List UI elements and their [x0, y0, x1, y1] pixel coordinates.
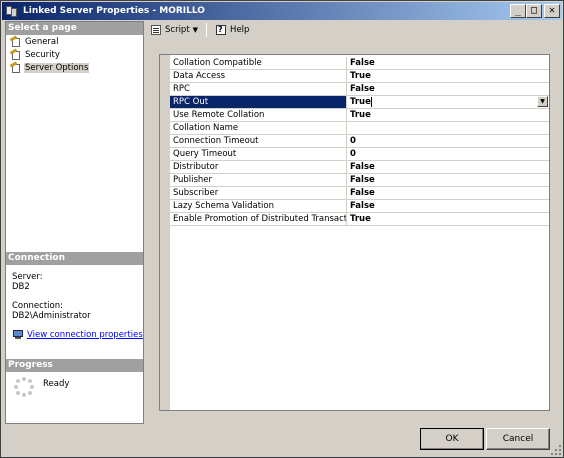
ok-button[interactable]: OK	[420, 428, 484, 450]
property-row[interactable]: Subscriber False	[170, 187, 549, 200]
connection-label: Connection:	[12, 301, 63, 311]
grid-margin	[160, 55, 170, 410]
property-value[interactable]: 0	[347, 148, 549, 160]
wrench-page-icon	[9, 60, 22, 74]
connection-value: DB2\Administrator	[12, 311, 91, 321]
property-row[interactable]: Query Timeout 0	[170, 148, 549, 161]
progress-heading: Progress	[6, 359, 143, 372]
property-value[interactable]: 0	[347, 135, 549, 147]
property-row[interactable]: Lazy Schema Validation False	[170, 200, 549, 213]
view-connection-properties-link[interactable]: View connection properties	[12, 329, 143, 340]
property-grid: Collation Compatible False Data Access T…	[159, 54, 550, 411]
progress-spinner-icon	[14, 377, 34, 397]
help-icon: ?	[215, 24, 227, 36]
property-value[interactable]: True	[347, 109, 549, 121]
property-name: Lazy Schema Validation	[170, 200, 347, 212]
page-item-general[interactable]: General	[9, 34, 60, 48]
property-value-editor[interactable]: True ▼	[347, 96, 549, 108]
wrench-page-icon	[9, 47, 22, 61]
window-title: Linked Server Properties - MORILLO	[23, 6, 205, 16]
property-name: Use Remote Collation	[170, 109, 347, 121]
page-item-server-options[interactable]: Server Options	[9, 60, 90, 74]
script-label: Script	[165, 25, 190, 35]
cancel-button[interactable]: Cancel	[486, 428, 550, 450]
property-name: Collation Compatible	[170, 57, 347, 69]
property-name: RPC Out	[170, 96, 347, 108]
help-button[interactable]: ? Help	[213, 22, 251, 38]
property-name: Query Timeout	[170, 148, 347, 160]
script-button[interactable]: Script ▼	[148, 22, 200, 38]
text-caret	[370, 96, 372, 107]
select-page-heading: Select a page	[6, 22, 143, 35]
chevron-down-icon[interactable]: ▼	[193, 26, 198, 34]
property-row[interactable]: Collation Compatible False	[170, 57, 549, 70]
linked-server-icon	[5, 4, 19, 18]
property-value[interactable]: False	[347, 187, 549, 199]
property-name: Subscriber	[170, 187, 347, 199]
dropdown-arrow-icon[interactable]: ▼	[537, 96, 548, 107]
property-row[interactable]: Data Access True	[170, 70, 549, 83]
property-row[interactable]: Distributor False	[170, 161, 549, 174]
wrench-page-icon	[9, 34, 22, 48]
connection-heading: Connection	[6, 252, 143, 265]
page-item-label: General	[25, 37, 59, 47]
view-connection-properties-label[interactable]: View connection properties	[27, 330, 143, 340]
property-row[interactable]: Collation Name	[170, 122, 549, 135]
server-label: Server:	[12, 272, 43, 282]
property-name: Distributor	[170, 161, 347, 173]
resize-grip-icon[interactable]	[551, 445, 561, 455]
page-item-security[interactable]: Security	[9, 47, 61, 61]
toolbar-separator	[206, 23, 208, 37]
progress-status: Ready	[43, 379, 70, 389]
property-value[interactable]	[347, 122, 549, 134]
property-name: Enable Promotion of Distributed Transact…	[170, 213, 347, 225]
property-row[interactable]: Connection Timeout 0	[170, 135, 549, 148]
property-value[interactable]: False	[347, 161, 549, 173]
property-value[interactable]: True	[347, 213, 549, 225]
close-button[interactable]: ✕	[544, 4, 560, 18]
property-name: Connection Timeout	[170, 135, 347, 147]
title-bar[interactable]: Linked Server Properties - MORILLO _ □ ✕	[2, 2, 562, 20]
property-value[interactable]: True	[347, 70, 549, 82]
property-name: Publisher	[170, 174, 347, 186]
property-row[interactable]: RPC False	[170, 83, 549, 96]
script-icon	[150, 24, 162, 36]
property-name: Collation Name	[170, 122, 347, 134]
minimize-button[interactable]: _	[510, 4, 526, 18]
property-value[interactable]: False	[347, 174, 549, 186]
help-label: Help	[230, 25, 250, 35]
page-item-label: Security	[25, 50, 60, 60]
property-row[interactable]: Use Remote Collation True	[170, 109, 549, 122]
connection-properties-icon	[12, 329, 24, 340]
page-item-label: Server Options	[24, 63, 90, 73]
property-value[interactable]: False	[347, 83, 549, 95]
linked-server-properties-dialog: Linked Server Properties - MORILLO _ □ ✕…	[0, 0, 564, 458]
property-value-text[interactable]: True	[350, 97, 371, 107]
server-value: DB2	[12, 282, 30, 292]
property-row[interactable]: Enable Promotion of Distributed Transact…	[170, 213, 549, 226]
property-row[interactable]: Publisher False	[170, 174, 549, 187]
property-value[interactable]: False	[347, 200, 549, 212]
toolbar: Script ▼ ? Help	[146, 21, 562, 39]
property-name: RPC	[170, 83, 347, 95]
property-value[interactable]: False	[347, 57, 549, 69]
property-row-selected[interactable]: RPC Out True ▼	[170, 96, 549, 109]
property-name: Data Access	[170, 70, 347, 82]
maximize-button[interactable]: □	[526, 4, 542, 18]
left-pane: Select a page General Security Server Op…	[5, 21, 144, 424]
